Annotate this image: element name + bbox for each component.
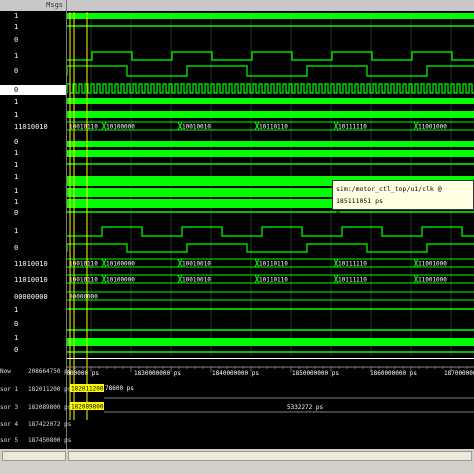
bus-value: 10100000 [106,261,135,268]
cursor-name[interactable]: Now [0,368,11,375]
signal-value[interactable]: 1 [14,307,18,314]
clock-slow-1 [67,51,474,61]
timeline-label: 1850000000 ps [292,370,339,377]
cursor3-tag: 182089800 ps [71,403,115,410]
signal-tooltip: sim:/motor_ctl_top/u1/clk @ 185111051 ps… [332,180,474,217]
signal-value[interactable]: 00000000 [14,294,48,301]
bus-value: 10010010 [182,261,211,268]
tooltip-value: 0 [336,209,340,217]
bus-value: 10111110 [338,261,367,268]
cursor-time: 187450800 ps [28,437,72,444]
signal-value[interactable]: 1 [14,188,18,195]
signal-value[interactable]: 1 [14,150,18,157]
bus-value: 00000000 [69,294,98,301]
cursor-name[interactable]: sor 4 [0,421,18,428]
signal-value[interactable]: 1 [14,162,18,169]
bus-value: 10010110 [69,277,98,284]
timeline-label: 1860000000 ps [370,370,417,377]
waveform-area[interactable]: 10010110 10100000 10010010 10110110 10111110… [67,0,474,474]
signal-value[interactable]: 1 [14,24,18,31]
timeline-label: 1870000000 ps [444,370,474,377]
signal-band [67,141,474,147]
signal-value[interactable]: 0 [14,245,18,252]
values-header: Msgs [0,0,67,11]
clock-slow-4 [67,243,474,253]
signal-band [67,13,474,19]
signal-value[interactable]: 1 [14,13,18,20]
status-bar [0,449,474,474]
signal-value[interactable]: 0 [14,347,18,354]
signal-value[interactable]: 11010010 [14,124,48,131]
waves-hscroll[interactable] [68,451,472,461]
signal-value[interactable]: 1 [14,174,18,181]
cursor-time: 208664750 ps [28,368,72,375]
signal-value[interactable]: 1 [14,53,18,60]
signal-value[interactable]: 1 [14,112,18,119]
clock-slow-2 [67,65,474,77]
signal-band [67,338,474,346]
signal-value[interactable]: 0 [14,139,18,146]
bus-value: 10010110 [69,261,98,268]
signal-value[interactable]: 1 [14,99,18,106]
cursor-divider [67,358,474,359]
signal-value[interactable]: 11010010 [14,261,48,268]
msgs-header-label: Msgs [46,1,63,9]
timeline-label: 1840000000 ps [212,370,259,377]
clk-fast [67,83,474,94]
bus-value: 10111110 [338,124,367,131]
signal-value[interactable]: 0 [0,85,66,95]
bus-value: 10010110 [69,124,98,131]
cursor-time: 187422072 ps [28,421,72,428]
signal-band [67,98,474,104]
values-hscroll[interactable] [2,451,66,461]
wave-window: 1 1 0 1 0 0 1 1 11010010 0 1 1 1 1 1 0 1 0 11010010 1101001… [0,0,474,474]
values-pane: 1 1 0 1 0 0 1 1 11010010 0 1 1 1 1 1 0 1 0 11010010 1101001… [0,0,67,474]
signal-value[interactable]: 1 [14,199,18,206]
tooltip-signal-path: sim:/motor_ctl_top/u1/clk @ 185111051 ps [336,185,442,205]
timeline-label: 1820000000 ps [67,370,99,377]
cursor-time: 182011200 ps [28,386,72,393]
cursor-name[interactable]: sor 3 [0,404,18,411]
signal-band [67,111,474,118]
signal-band [67,150,474,157]
bus-value: 10110110 [259,277,288,284]
bus-value: 10100000 [106,124,135,131]
cursor1-delta: 78600 ps [105,385,134,392]
cursor-time: 182089800 ps [28,404,72,411]
signal-value[interactable]: 0 [14,37,18,44]
delta-long: 5332272 ps [287,404,324,411]
bus-value: 10100000 [106,277,135,284]
signal-value[interactable]: 11010010 [14,277,48,284]
timeline-label: 1830000000 ps [134,370,181,377]
clock-slow-3 [67,226,474,237]
bus-value: 11001000 [418,261,447,268]
bus-value: 11001000 [418,124,447,131]
bus-value: 10110110 [259,261,288,268]
signal-value[interactable]: 0 [14,68,18,75]
bus-value: 10110110 [259,124,288,131]
signal-value[interactable]: 0 [14,210,18,217]
signal-value[interactable]: 0 [14,321,18,328]
bus-value: 10010010 [182,124,211,131]
bus-value: 10111110 [338,277,367,284]
cursor-name[interactable]: sor 1 [0,386,18,393]
bus-value: 11001000 [418,277,447,284]
bus-value: 10010010 [182,277,211,284]
cursor-name[interactable]: sor 5 [0,437,18,444]
signal-value[interactable]: 1 [14,228,18,235]
signal-value[interactable]: 1 [14,335,18,342]
